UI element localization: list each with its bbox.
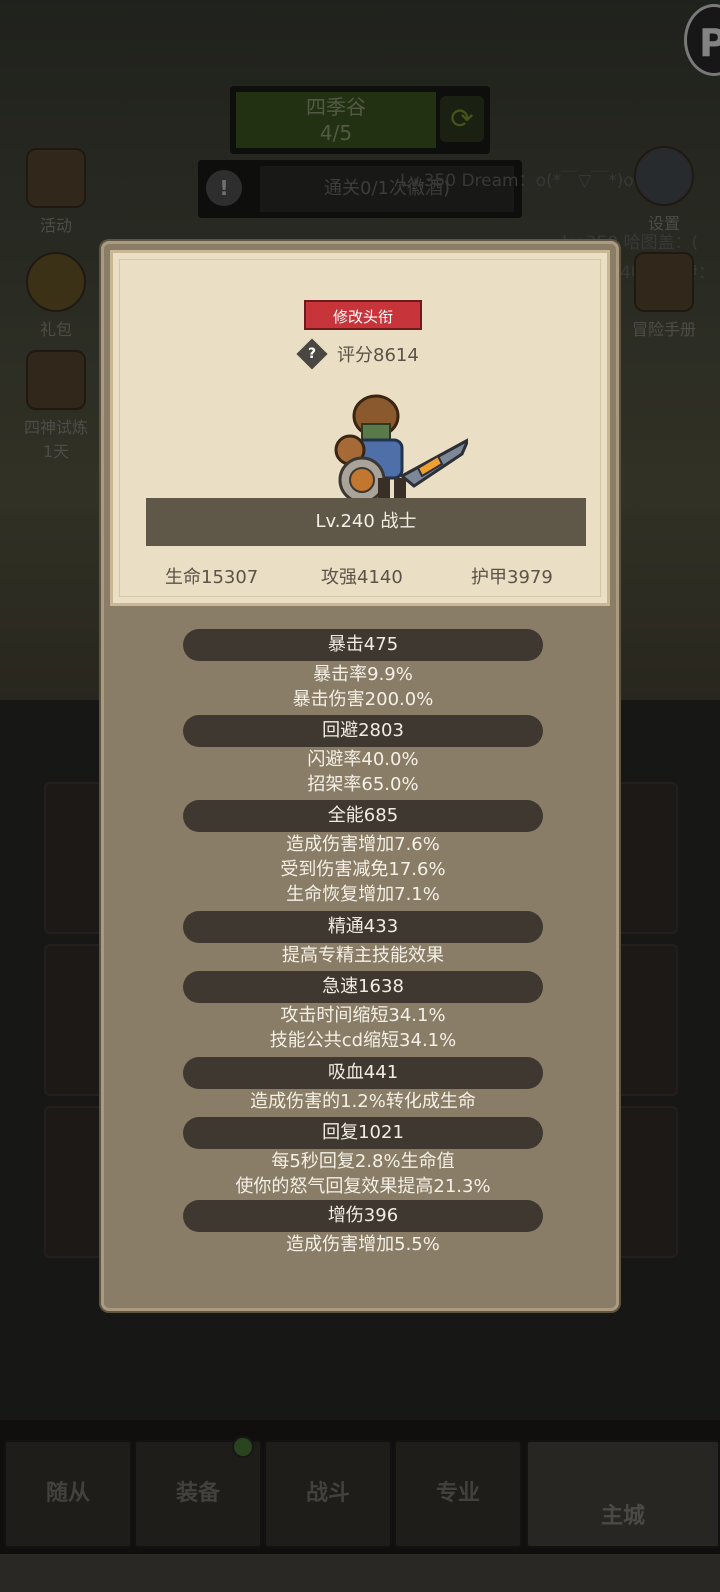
stat-line: 受到伤害减免17.6% bbox=[280, 859, 446, 880]
stat-line: 闪避率40.0% bbox=[307, 749, 419, 770]
stat-line: 暴击伤害200.0% bbox=[292, 689, 434, 710]
character-stats-modal: 修改头衔 ? 评分8614 Lv.240 战士 生命15307 攻强4140 护甲… bbox=[101, 241, 619, 1311]
stat-line: 使你的怒气回复效果提高21.3% bbox=[235, 1176, 491, 1197]
stat-hp: 生命15307 bbox=[165, 567, 259, 588]
stat-header-damage-boost: 增伤396 bbox=[183, 1200, 543, 1232]
stat-header-lifesteal: 吸血441 bbox=[183, 1057, 543, 1089]
stat-line: 造成伤害增加5.5% bbox=[286, 1234, 440, 1255]
base-stats: 生命15307 攻强4140 护甲3979 bbox=[113, 563, 613, 593]
stat-line: 暴击率9.9% bbox=[313, 664, 413, 685]
character-card: 修改头衔 ? 评分8614 Lv.240 战士 生命15307 攻强4140 护甲… bbox=[110, 250, 610, 606]
stat-line: 生命恢复增加7.1% bbox=[286, 884, 440, 905]
stat-line: 攻击时间缩短34.1% bbox=[280, 1005, 446, 1026]
stat-line: 提高专精主技能效果 bbox=[282, 945, 444, 966]
edit-title-button[interactable]: 修改头衔 bbox=[304, 300, 422, 330]
score-text: 评分8614 bbox=[337, 345, 419, 366]
stat-header-avoidance: 回避2803 bbox=[183, 715, 543, 747]
stat-line: 每5秒回复2.8%生命值 bbox=[271, 1151, 455, 1172]
stat-attack: 攻强4140 bbox=[321, 567, 403, 588]
help-icon[interactable]: ? bbox=[296, 338, 328, 370]
stat-line: 造成伤害增加7.6% bbox=[286, 834, 440, 855]
stat-armor: 护甲3979 bbox=[471, 567, 553, 588]
warrior-avatar bbox=[334, 394, 468, 504]
stat-line: 技能公共cd缩短34.1% bbox=[269, 1030, 457, 1051]
hero-level-banner: Lv.240 战士 bbox=[146, 498, 586, 546]
stat-header-versatility: 全能685 bbox=[183, 800, 543, 832]
stat-header-mastery: 精通433 bbox=[183, 911, 543, 943]
stat-line: 招架率65.0% bbox=[307, 774, 419, 795]
score-row: ? 评分8614 bbox=[296, 338, 419, 370]
stat-header-regen: 回复1021 bbox=[183, 1117, 543, 1149]
stat-line: 造成伤害的1.2%转化成生命 bbox=[250, 1091, 476, 1112]
stat-header-haste: 急速1638 bbox=[183, 971, 543, 1003]
stat-header-crit: 暴击475 bbox=[183, 629, 543, 661]
